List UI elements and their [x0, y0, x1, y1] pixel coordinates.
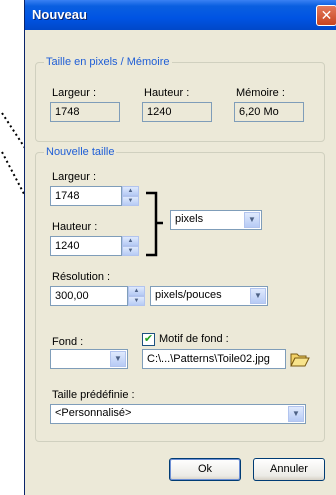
spin-down-icon[interactable]: ▼ [128, 296, 145, 306]
preset-value: <Personnalisé> [55, 407, 132, 419]
memoire-value: 6,20 Mo [234, 102, 304, 122]
largeur-spinner[interactable]: ▲ ▼ [122, 186, 139, 206]
motif-label: Motif de fond : [159, 333, 229, 345]
window-title: Nouveau [32, 7, 87, 22]
link-bracket-icon [146, 191, 163, 257]
chevron-down-icon[interactable]: ▼ [250, 288, 266, 304]
pixel-size-legend: Taille en pixels / Mémoire [44, 56, 172, 69]
memoire-label: Mémoire : [236, 87, 285, 99]
hauteur-spinner[interactable]: ▲ ▼ [122, 236, 139, 256]
largeur-ro-value: 1748 [50, 102, 120, 122]
preset-select[interactable]: <Personnalisé> ▼ [50, 404, 306, 424]
cancel-button[interactable]: Annuler [253, 458, 325, 481]
largeur-input[interactable]: 1748 [50, 186, 122, 206]
fond-color-select[interactable]: ▼ [50, 349, 128, 369]
spin-down-icon[interactable]: ▼ [122, 246, 139, 256]
hauteur-label: Hauteur : [52, 221, 98, 233]
spin-up-icon[interactable]: ▲ [128, 286, 145, 296]
motif-path-field[interactable]: C:\...\Patterns\Toile02.jpg [142, 349, 286, 369]
spin-up-icon[interactable]: ▲ [122, 186, 139, 196]
chevron-down-icon[interactable]: ▼ [110, 351, 126, 367]
new-size-group: Nouvelle taille Largeur : 1748 ▲ ▼ Haute… [35, 146, 325, 442]
spin-up-icon[interactable]: ▲ [122, 236, 139, 246]
pixel-size-group: Taille en pixels / Mémoire Largeur : 174… [35, 56, 325, 142]
fond-label: Fond : [52, 336, 84, 348]
close-icon[interactable]: ✕ [316, 5, 336, 26]
hauteur-ro-value: 1240 [142, 102, 212, 122]
resolution-unit-select[interactable]: pixels/pouces ▼ [150, 286, 268, 306]
hauteur-input[interactable]: 1240 [50, 236, 122, 256]
resolution-label: Résolution : [52, 271, 111, 283]
unit-select-value: pixels [175, 213, 204, 225]
ok-button[interactable]: Ok [169, 458, 241, 481]
dialog-window: Nouveau ✕ Taille en pixels / Mémoire Lar… [24, 0, 336, 495]
chevron-down-icon[interactable]: ▼ [244, 212, 260, 228]
spin-down-icon[interactable]: ▼ [122, 196, 139, 206]
largeur-label: Largeur : [52, 171, 97, 183]
folder-open-icon[interactable] [290, 350, 310, 368]
motif-checkbox[interactable]: ✔ [142, 333, 155, 346]
resolution-input[interactable]: 300,00 [50, 286, 128, 306]
unit-select[interactable]: pixels ▼ [170, 210, 262, 230]
largeur-ro-label: Largeur : [52, 87, 97, 99]
resolution-unit-value: pixels/pouces [155, 289, 222, 301]
resolution-spinner[interactable]: ▲ ▼ [128, 286, 145, 306]
title-bar[interactable]: Nouveau ✕ [25, 0, 336, 30]
hauteur-ro-label: Hauteur : [144, 87, 190, 99]
preset-label: Taille prédéfinie : [52, 389, 135, 401]
chevron-down-icon[interactable]: ▼ [288, 406, 304, 422]
new-size-legend: Nouvelle taille [44, 146, 117, 159]
